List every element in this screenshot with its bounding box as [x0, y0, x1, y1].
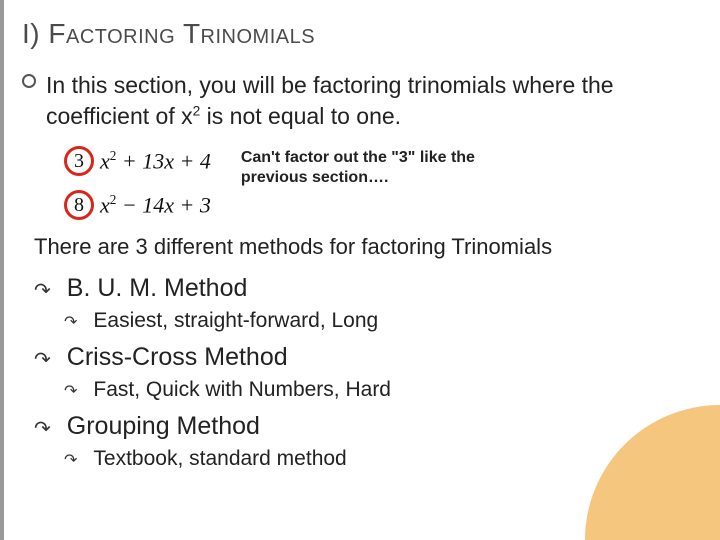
method-title: Criss-Cross Method — [67, 343, 288, 372]
intro-text: In this section, you will be factoring t… — [46, 70, 690, 132]
arrow-bullet-icon: ↷ — [34, 281, 51, 301]
side-note: Can't factor out the "3" like the previo… — [241, 148, 541, 188]
equation-row: 3 x2 + 13x + 4 — [64, 146, 211, 176]
equation-text: x2 − 14x + 3 — [100, 192, 211, 218]
method-block: ↷ B. U. M. Method ↷ Easiest, straight-fo… — [34, 274, 690, 333]
method-sub: Textbook, standard method — [93, 447, 346, 471]
method-sub: Easiest, straight-forward, Long — [93, 309, 378, 333]
method-block: ↷ Criss-Cross Method ↷ Fast, Quick with … — [34, 343, 690, 402]
equation-text: x2 + 13x + 4 — [100, 148, 211, 174]
equations-column: 3 x2 + 13x + 4 8 x2 − 14x + 3 — [64, 146, 211, 220]
arrow-bullet-icon: ↷ — [64, 315, 77, 331]
method-block: ↷ Grouping Method ↷ Textbook, standard m… — [34, 412, 690, 471]
method-title: Grouping Method — [67, 412, 260, 441]
methods-intro: There are 3 different methods for factor… — [34, 234, 690, 260]
intro-bullet: In this section, you will be factoring t… — [22, 70, 690, 132]
equation-row: 8 x2 − 14x + 3 — [64, 190, 211, 220]
slide: I) Factoring Trinomials In this section,… — [0, 0, 720, 540]
ring-bullet-icon — [22, 74, 36, 88]
slide-title: I) Factoring Trinomials — [22, 18, 690, 50]
leading-coef-circle: 8 — [64, 190, 94, 220]
arrow-bullet-icon: ↷ — [64, 453, 77, 469]
arrow-bullet-icon: ↷ — [34, 350, 51, 370]
arrow-bullet-icon: ↷ — [34, 419, 51, 439]
slide-content: I) Factoring Trinomials In this section,… — [4, 0, 720, 471]
method-title: B. U. M. Method — [67, 274, 248, 303]
method-sub: Fast, Quick with Numbers, Hard — [93, 378, 391, 402]
equations-block: 3 x2 + 13x + 4 8 x2 − 14x + 3 Can't fact… — [64, 146, 690, 220]
leading-coef-circle: 3 — [64, 146, 94, 176]
arrow-bullet-icon: ↷ — [64, 384, 77, 400]
